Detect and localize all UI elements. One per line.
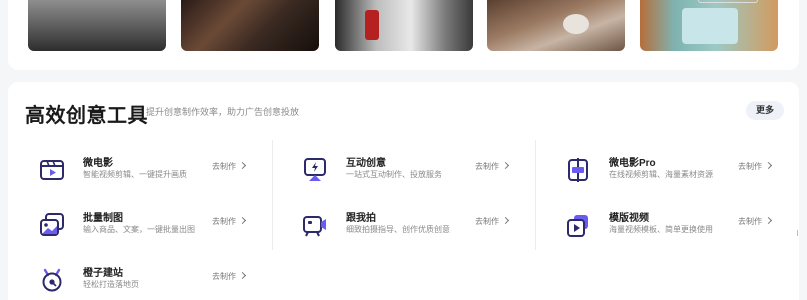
tool-item-shoot-with-me[interactable]: 跟我拍 细致拍摄指导、创作优质创意 去制作: [302, 209, 542, 249]
tool-description: 输入商品、文案，一键批量出图: [83, 225, 195, 234]
tool-description: 一站式互动制作、投放服务: [346, 170, 442, 179]
video-thumbnail-5[interactable]: [640, 0, 778, 51]
interactive-screen-icon: [304, 158, 326, 181]
tool-item-interactive[interactable]: 互动创意 一站式互动制作、投放服务 去制作: [302, 154, 542, 194]
more-button[interactable]: 更多: [746, 101, 784, 120]
go-create-link[interactable]: 去制作: [475, 216, 510, 227]
video-play-icon: [40, 160, 64, 180]
go-create-link[interactable]: 去制作: [212, 271, 247, 282]
chevron-right-icon: [501, 216, 510, 225]
chevron-right-icon: [501, 161, 510, 170]
tool-name: 微电影: [83, 158, 113, 169]
section-subtitle: 提升创意制作效率，助力广告创意投放: [146, 107, 300, 117]
camera-tv-icon: [303, 216, 326, 237]
video-thumbnail-4[interactable]: [487, 0, 625, 51]
tool-name: 跟我拍: [346, 213, 376, 224]
tool-description: 智能视频剪辑、一键提升画质: [83, 170, 187, 179]
template-video-icon: [567, 215, 588, 237]
tool-name: 橙子建站: [83, 268, 123, 279]
video-split-icon: [568, 158, 588, 182]
tool-item-site-builder[interactable]: 橙子建站 轻松打造落地页 去制作: [39, 264, 279, 300]
go-create-label: 去制作: [212, 162, 236, 171]
go-create-label: 去制作: [738, 217, 762, 226]
chevron-right-icon: [764, 216, 773, 225]
tool-item-micro-film[interactable]: 微电影 智能视频剪辑、一键提升画质 去制作: [39, 154, 279, 194]
go-create-link[interactable]: 去制作: [738, 216, 773, 227]
tool-name: 微电影Pro: [609, 158, 656, 169]
video-thumbnail-3[interactable]: [335, 0, 473, 51]
video-thumbnail-2[interactable]: [181, 0, 319, 51]
go-create-label: 去制作: [212, 217, 236, 226]
tool-description: 在线视频剪辑、海量素材资源: [609, 170, 713, 179]
go-create-link[interactable]: 去制作: [475, 161, 510, 172]
go-create-link[interactable]: 去制作: [212, 161, 247, 172]
tool-description: 轻松打造落地页: [83, 280, 139, 289]
chevron-right-icon: [238, 216, 247, 225]
top-button-edge[interactable]: [698, 0, 758, 3]
tool-item-template-video[interactable]: 模版视频 海量视频模板、简单更换使用 去制作: [565, 209, 805, 249]
image-batch-icon: [40, 213, 64, 236]
chevron-right-icon: [238, 161, 247, 170]
tool-name: 模版视频: [609, 213, 649, 224]
site-builder-icon: [42, 268, 62, 292]
tool-item-micro-film-pro[interactable]: 微电影Pro 在线视频剪辑、海量素材资源 去制作: [565, 154, 805, 194]
tool-name: 互动创意: [346, 158, 386, 169]
go-create-label: 去制作: [475, 162, 499, 171]
go-create-link[interactable]: 去制作: [212, 216, 247, 227]
tool-item-batch-image[interactable]: 批量制图 输入商品、文案，一键批量出图 去制作: [39, 209, 279, 249]
tool-description: 海量视频模板、简单更换使用: [609, 225, 713, 234]
thumbnail-strip: [8, 0, 799, 70]
creative-tools-card: 高效创意工具 提升创意制作效率，助力广告创意投放 更多 微电影 智能视频剪辑、一…: [8, 82, 799, 300]
tool-description: 细致拍摄指导、创作优质创意: [346, 225, 450, 234]
go-create-link[interactable]: 去制作: [738, 161, 773, 172]
chevron-right-icon: [764, 161, 773, 170]
go-create-label: 去制作: [475, 217, 499, 226]
video-thumbnail-1[interactable]: [28, 0, 166, 51]
scroll-edge-marker: [797, 230, 801, 236]
chevron-right-icon: [238, 271, 247, 280]
go-create-label: 去制作: [738, 162, 762, 171]
go-create-label: 去制作: [212, 272, 236, 281]
tool-name: 批量制图: [83, 213, 123, 224]
section-title: 高效创意工具: [25, 105, 148, 127]
